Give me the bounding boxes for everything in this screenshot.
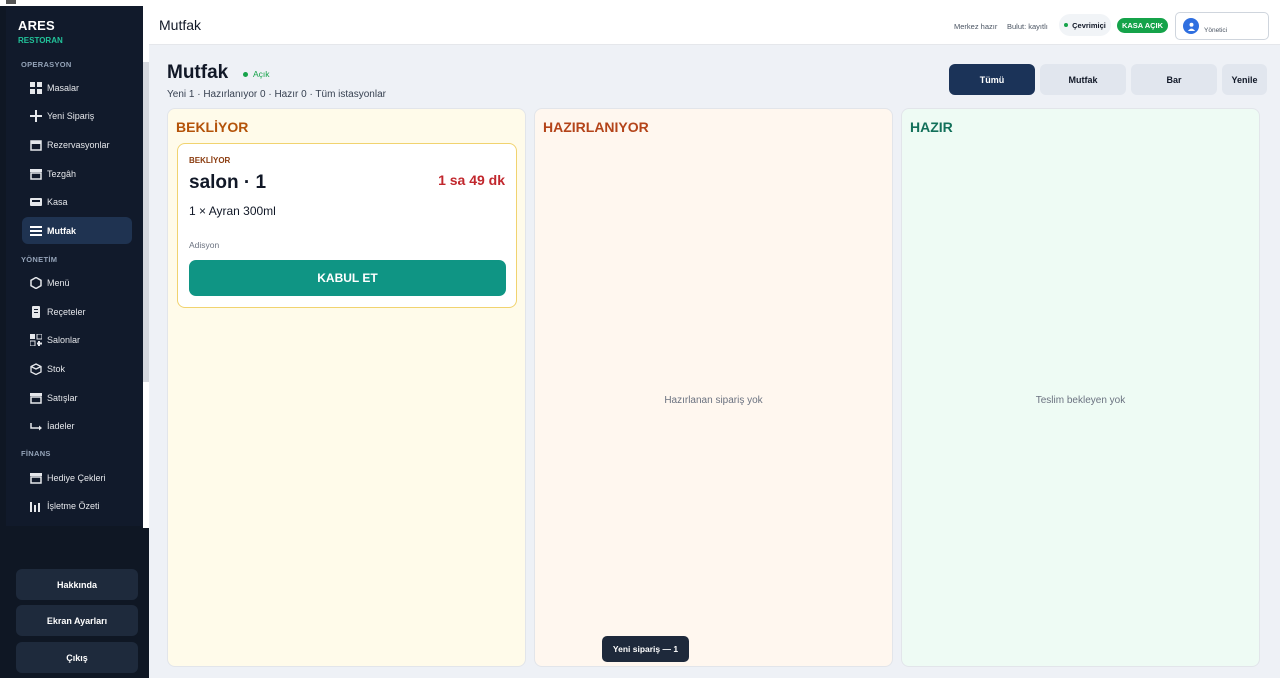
column-waiting: BEKLİYOR BEKLİYOR salon · 1 1 sa 49 dk 1…: [167, 108, 526, 667]
sidebar-item-satislar[interactable]: Satışlar: [22, 384, 132, 411]
column-title-ready: HAZIR: [910, 119, 953, 135]
sidebar-item-label: Masalar: [47, 82, 80, 93]
sidebar-item-label: Satışlar: [47, 392, 78, 403]
kitchen-status-label: Açık: [253, 69, 270, 79]
section-label-finans: FİNANS: [21, 449, 51, 458]
order-status: BEKLİYOR: [189, 156, 231, 165]
column-title-preparing: HAZIRLANIYOR: [543, 119, 649, 135]
order-card[interactable]: BEKLİYOR salon · 1 1 sa 49 dk 1 × Ayran …: [177, 143, 517, 308]
floorplan-icon: [30, 333, 42, 346]
bar-chart-icon: [30, 500, 42, 512]
order-elapsed-time: 1 sa 49 dk: [438, 172, 505, 188]
online-dot-icon: [1064, 23, 1069, 27]
sidebar-item-receteler[interactable]: Reçeteler: [22, 298, 132, 325]
brand-subtitle: RESTORAN: [18, 36, 63, 45]
accept-order-button[interactable]: KABUL ET: [189, 260, 506, 296]
top-header: Mutfak Merkez hazır Bulut: kayıtlı Çevri…: [149, 6, 1280, 45]
order-type: Adisyon: [189, 240, 220, 250]
sidebar-item-label: Yeni Sipariş: [47, 110, 95, 121]
sidebar-item-kasa[interactable]: Kasa: [22, 188, 132, 215]
hexagon-icon: [30, 276, 42, 289]
sidebar-item-rezervasyonlar[interactable]: Rezervasyonlar: [22, 131, 132, 158]
user-menu[interactable]: Yönetici: [1175, 12, 1269, 40]
sidebar-item-label: Rezervasyonlar: [47, 139, 110, 150]
sidebar-item-label: Menü: [47, 277, 70, 288]
empty-preparing-message: Hazırlanan sipariş yok: [664, 395, 763, 406]
empty-ready-message: Teslim bekleyen yok: [1035, 395, 1126, 406]
sidebar-item-masalar[interactable]: Masalar: [22, 74, 132, 101]
calendar-icon: [30, 139, 42, 151]
sidebar-item-isletme-ozeti[interactable]: İşletme Özeti: [22, 492, 132, 519]
register-icon: [30, 196, 42, 208]
new-order-toast: Yeni sipariş — 1: [602, 636, 689, 662]
main-content: Mutfak Açık Yeni 1 · Hazırlanıyor 0 · Ha…: [149, 45, 1280, 678]
plus-icon: [30, 109, 42, 122]
sidebar-item-tezgah[interactable]: Tezgâh: [22, 160, 132, 187]
user-avatar-icon: [1183, 18, 1199, 34]
menu-lines-icon: [30, 225, 42, 237]
box-icon: [30, 362, 42, 375]
brand: ARES RESTORAN: [18, 18, 63, 45]
page-title: Mutfak: [167, 62, 229, 83]
refresh-button[interactable]: Yenile: [1222, 64, 1267, 95]
column-ready: HAZIR Teslim bekleyen yok: [901, 108, 1260, 667]
sidebar-item-mutfak[interactable]: Mutfak: [22, 217, 132, 244]
sidebar-item-label: İadeler: [47, 420, 75, 431]
sidebar-item-hediye-cekleri[interactable]: Hediye Çekleri: [22, 464, 132, 491]
sidebar: ARES RESTORAN OPERASYON Masalar Yeni Sip…: [0, 6, 149, 678]
brand-name: ARES: [18, 18, 55, 33]
status-dot-icon: [243, 71, 248, 77]
merkez-status: Merkez hazır: [954, 22, 998, 31]
sidebar-item-label: Reçeteler: [47, 306, 86, 317]
order-item: 1 × Ayran 300ml: [189, 204, 276, 218]
section-label-yonetim: YÖNETİM: [21, 255, 58, 264]
sidebar-item-label: Kasa: [47, 196, 68, 207]
online-label: Çevrimiçi: [1072, 20, 1106, 30]
sidebar-item-menu[interactable]: Menü: [22, 269, 132, 296]
store-icon: [30, 168, 42, 180]
sidebar-item-label: Stok: [47, 363, 66, 374]
about-button[interactable]: Hakkında: [16, 569, 138, 600]
kitchen-status: Açık: [243, 69, 270, 79]
sidebar-item-label: Salonlar: [47, 334, 81, 345]
sidebar-item-yeni-siparis[interactable]: Yeni Sipariş: [22, 102, 132, 129]
filter-kitchen-button[interactable]: Mutfak: [1040, 64, 1126, 95]
sidebar-item-label: Mutfak: [47, 225, 76, 236]
order-table: salon · 1: [189, 172, 267, 193]
sidebar-item-salonlar[interactable]: Salonlar: [22, 326, 132, 353]
user-role: Yönetici: [1204, 27, 1228, 34]
screen-settings-button[interactable]: Ekran Ayarları: [16, 605, 138, 636]
sidebar-item-iadeler[interactable]: İadeler: [22, 412, 132, 439]
kasa-open-badge: KASA AÇIK: [1117, 18, 1168, 33]
online-status-pill: Çevrimiçi: [1059, 14, 1111, 36]
logout-button[interactable]: Çıkış: [16, 642, 138, 673]
document-icon: [30, 305, 42, 318]
app-icon: [6, 0, 16, 4]
header-title: Mutfak: [159, 17, 202, 33]
sidebar-item-label: İşletme Özeti: [47, 500, 100, 511]
sidebar-item-stok[interactable]: Stok: [22, 355, 132, 382]
order-summary: Yeni 1 · Hazırlanıyor 0 · Hazır 0 · Tüm …: [167, 89, 386, 100]
store-icon: [30, 392, 42, 404]
column-preparing: HAZIRLANIYOR Hazırlanan sipariş yok: [534, 108, 893, 667]
return-icon: [30, 420, 42, 432]
sidebar-item-label: Tezgâh: [47, 168, 77, 179]
column-title-waiting: BEKLİYOR: [176, 119, 249, 135]
cloud-status: Bulut: kayıtlı: [1007, 22, 1048, 31]
gift-icon: [30, 472, 42, 484]
section-label-operasyon: OPERASYON: [21, 60, 72, 69]
grid-icon: [30, 81, 42, 94]
filter-bar-button[interactable]: Bar: [1131, 64, 1217, 95]
sidebar-item-label: Hediye Çekleri: [47, 472, 106, 483]
filter-all-button[interactable]: Tümü: [949, 64, 1035, 95]
